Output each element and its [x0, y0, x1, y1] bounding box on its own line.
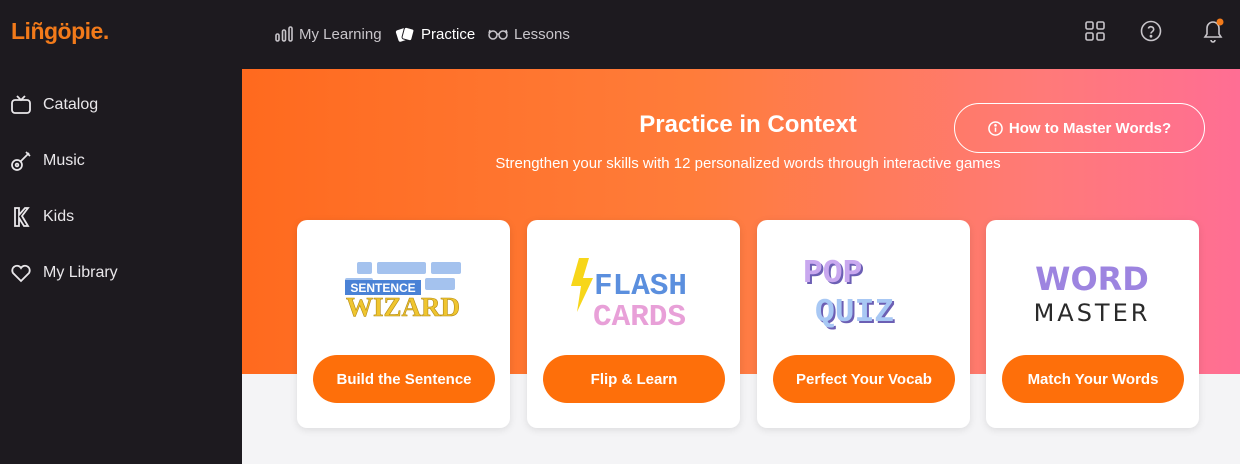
sentence-logo-line2: WIZARD — [346, 292, 460, 322]
game-card-flash-cards: FLASH CARDS Flip & Learn — [527, 220, 740, 428]
bar-chart-icon — [275, 26, 293, 42]
sidebar-item-catalog[interactable]: Catalog — [10, 90, 98, 120]
flip-and-learn-button[interactable]: Flip & Learn — [543, 355, 725, 403]
game-card-sentence-wizard: SENTENCE WIZARD Build the Sentence — [297, 220, 510, 428]
cards-icon — [395, 26, 415, 42]
quiz-logo-line2: QUIZ — [815, 294, 894, 330]
kids-icon — [10, 206, 32, 228]
perfect-your-vocab-button[interactable]: Perfect Your Vocab — [773, 355, 955, 403]
help-icon[interactable] — [1138, 18, 1164, 44]
heart-icon — [10, 262, 32, 284]
build-the-sentence-button[interactable]: Build the Sentence — [313, 355, 495, 403]
sidebar-item-label: My Library — [43, 264, 118, 281]
game-card-word-master: WORD MASTER Match Your Words — [986, 220, 1199, 428]
sidebar-item-music[interactable]: Music — [10, 146, 85, 176]
nav-practice[interactable]: Practice — [395, 22, 475, 46]
nav-label: Practice — [421, 25, 476, 43]
top-navigation-bar: My Learning Practice Lessons — [242, 0, 1240, 69]
sentence-wizard-logo: SENTENCE WIZARD — [297, 250, 510, 330]
match-your-words-button[interactable]: Match Your Words — [1002, 355, 1184, 403]
page-subtitle: Strengthen your skills with 12 personali… — [495, 155, 1001, 172]
sidebar-item-kids[interactable]: Kids — [10, 202, 74, 232]
nav-label: My Learning — [299, 25, 382, 43]
pop-logo-line1: POP — [803, 255, 862, 292]
info-icon — [988, 120, 1003, 136]
flash-logo-line1: FLASH — [594, 269, 687, 304]
nav-label: Lessons — [514, 25, 570, 43]
app-logo[interactable]: Liñgöpie. — [11, 18, 109, 45]
apps-grid-icon[interactable] — [1082, 18, 1108, 44]
sidebar-item-label: Kids — [43, 208, 75, 225]
game-card-pop-quiz: POP POP QUIZ QUIZ Perfect Your Vocab — [757, 220, 970, 428]
how-to-master-words-button[interactable]: How to Master Words? — [954, 103, 1205, 153]
sidebar: Liñgöpie. Catalog Music Kids My Library — [0, 0, 242, 464]
tv-icon — [10, 94, 32, 116]
guitar-icon — [10, 150, 32, 172]
nav-lessons[interactable]: Lessons — [488, 22, 570, 46]
flash-cards-logo: FLASH CARDS — [527, 250, 740, 335]
sidebar-item-my-library[interactable]: My Library — [10, 258, 118, 288]
master-logo-line2: MASTER — [1034, 299, 1151, 327]
how-to-label: How to Master Words? — [1008, 119, 1172, 137]
bell-icon[interactable] — [1200, 18, 1226, 44]
word-logo-line1: WORD — [1035, 260, 1149, 298]
sidebar-item-label: Catalog — [43, 96, 99, 113]
pop-quiz-logo: POP POP QUIZ QUIZ — [757, 250, 970, 333]
nav-my-learning[interactable]: My Learning — [275, 22, 382, 46]
flash-logo-line2: CARDS — [593, 300, 686, 330]
glasses-icon — [488, 28, 508, 40]
word-master-logo: WORD MASTER — [986, 250, 1199, 330]
sidebar-item-label: Music — [43, 152, 85, 169]
